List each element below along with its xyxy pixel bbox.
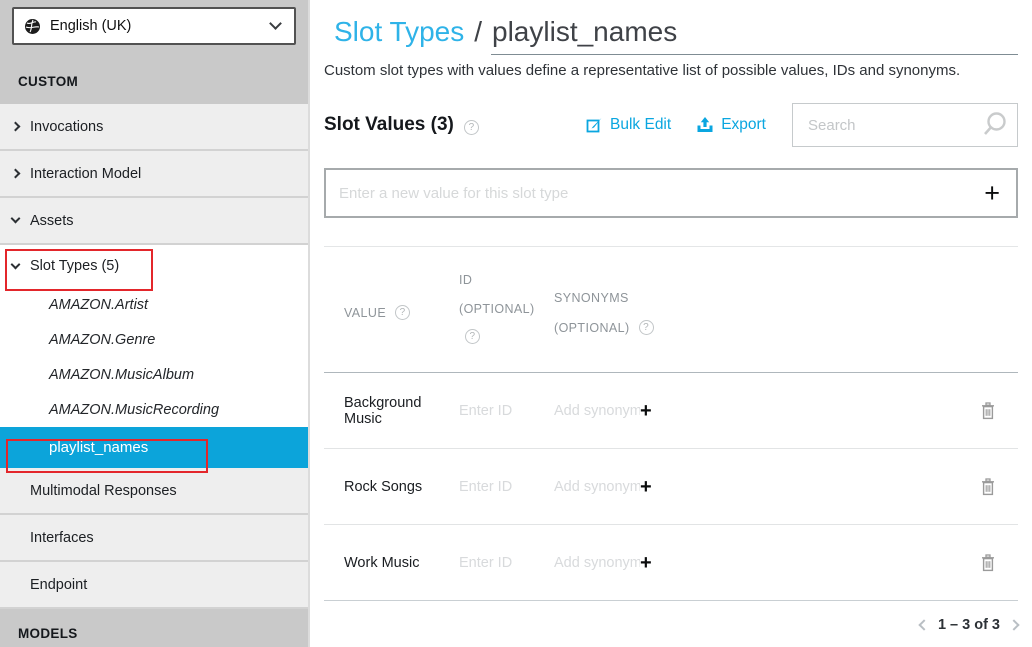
help-icon[interactable]: ?	[639, 320, 654, 335]
delete-row-button[interactable]	[980, 554, 996, 572]
chevron-down-icon	[11, 259, 21, 269]
export-label: Export	[721, 116, 766, 134]
slot-value-text: Rock Songs	[344, 479, 459, 495]
sidebar-item-label: Slot Types (5)	[30, 258, 119, 274]
chevron-down-icon	[269, 17, 282, 30]
sidebar-item-label: Interaction Model	[30, 166, 141, 182]
breadcrumb: Slot Types / playlist_names	[324, 16, 1018, 48]
column-header-value: VALUE	[344, 306, 386, 320]
id-input[interactable]	[459, 403, 539, 419]
help-icon[interactable]: ?	[464, 120, 479, 135]
page-title: playlist_names	[492, 16, 677, 48]
search-icon[interactable]	[980, 110, 1010, 140]
trash-icon	[980, 478, 996, 496]
export-button[interactable]: Export	[696, 116, 766, 134]
bulk-edit-label: Bulk Edit	[610, 116, 671, 134]
sidebar-item-label: AMAZON.MusicRecording	[49, 402, 219, 418]
help-icon[interactable]: ?	[395, 305, 410, 320]
new-slot-value-input[interactable]	[326, 185, 974, 202]
delete-row-button[interactable]	[980, 478, 996, 496]
chevron-right-icon	[11, 169, 21, 179]
sidebar: English (UK) CUSTOM Invocations Interact…	[0, 0, 310, 647]
language-selector[interactable]: English (UK)	[12, 7, 296, 45]
sidebar-item-interfaces[interactable]: Interfaces	[0, 515, 308, 562]
trash-icon	[980, 554, 996, 572]
column-header-synonyms-optional: (OPTIONAL)	[554, 321, 630, 335]
id-input[interactable]	[459, 555, 539, 571]
sidebar-item-multimodal-responses[interactable]: Multimodal Responses	[0, 468, 308, 515]
bulk-edit-icon	[586, 117, 603, 134]
breadcrumb-slot-types-link[interactable]: Slot Types	[334, 16, 464, 48]
sidebar-item-playlist-names[interactable]: playlist_names	[0, 427, 308, 468]
column-header-id-optional: (OPTIONAL)	[459, 302, 554, 316]
pagination-label: 1 – 3 of 3	[938, 617, 1000, 633]
sidebar-item-amazon-artist[interactable]: AMAZON.Artist	[0, 287, 308, 322]
page-description: Custom slot types with values define a r…	[324, 62, 1018, 79]
synonym-input[interactable]	[554, 479, 640, 495]
sidebar-item-label: Interfaces	[30, 530, 94, 546]
slot-values-toolbar: Slot Values (3) ? Bulk Edit Export	[324, 102, 1018, 148]
sidebar-item-interaction-model[interactable]: Interaction Model	[0, 151, 308, 198]
add-value-button[interactable]: +	[974, 180, 1016, 207]
table-row: Background Music +	[324, 373, 1018, 449]
sidebar-item-endpoint[interactable]: Endpoint	[0, 562, 308, 609]
sidebar-nav: Invocations Interaction Model Assets Slo…	[0, 104, 308, 609]
sidebar-item-invocations[interactable]: Invocations	[0, 104, 308, 151]
export-icon	[696, 117, 714, 134]
help-icon[interactable]: ?	[465, 329, 480, 344]
sidebar-item-label: playlist_names	[49, 439, 148, 456]
table-header-row: VALUE ? ID (OPTIONAL) ? SYNONYMS (OPTION…	[324, 247, 1018, 373]
add-synonym-button[interactable]: +	[640, 401, 652, 421]
sidebar-item-label: AMAZON.Genre	[49, 332, 155, 348]
add-synonym-button[interactable]: +	[640, 553, 652, 573]
sidebar-item-label: Endpoint	[30, 577, 87, 593]
synonym-input[interactable]	[554, 403, 640, 419]
pagination-next-icon[interactable]	[1008, 619, 1019, 630]
search-input[interactable]	[793, 117, 980, 134]
table-row: Rock Songs +	[324, 449, 1018, 525]
column-header-synonyms: SYNONYMS	[554, 291, 1018, 305]
sidebar-item-assets[interactable]: Assets	[0, 198, 308, 245]
chevron-down-icon	[11, 214, 21, 224]
sidebar-item-label: Multimodal Responses	[30, 483, 177, 499]
sidebar-section-models: MODELS	[18, 626, 308, 641]
title-underline	[491, 54, 1018, 55]
bulk-edit-button[interactable]: Bulk Edit	[586, 116, 671, 134]
table-row: Work Music +	[324, 525, 1018, 601]
globe-icon	[24, 18, 41, 35]
breadcrumb-separator: /	[474, 16, 482, 48]
language-selector-label: English (UK)	[50, 18, 131, 34]
slot-values-table: VALUE ? ID (OPTIONAL) ? SYNONYMS (OPTION…	[324, 246, 1018, 601]
chevron-right-icon	[11, 122, 21, 132]
id-input[interactable]	[459, 479, 539, 495]
slot-value-text: Work Music	[344, 555, 459, 571]
pagination-prev-icon[interactable]	[918, 619, 929, 630]
sidebar-section-custom: CUSTOM	[18, 74, 308, 89]
add-synonym-button[interactable]: +	[640, 477, 652, 497]
delete-row-button[interactable]	[980, 402, 996, 420]
column-header-id: ID	[459, 273, 554, 287]
sidebar-item-label: AMAZON.MusicAlbum	[49, 367, 194, 383]
new-slot-value-field: +	[324, 168, 1018, 218]
sidebar-item-amazon-musicrecording[interactable]: AMAZON.MusicRecording	[0, 392, 308, 427]
sidebar-item-label: Invocations	[30, 119, 103, 135]
slot-values-heading: Slot Values (3)	[324, 114, 454, 136]
sidebar-item-amazon-musicalbum[interactable]: AMAZON.MusicAlbum	[0, 357, 308, 392]
trash-icon	[980, 402, 996, 420]
search-box	[792, 103, 1018, 147]
sidebar-item-slot-types[interactable]: Slot Types (5)	[0, 245, 308, 287]
synonym-input[interactable]	[554, 555, 640, 571]
pagination: 1 – 3 of 3	[324, 617, 1018, 633]
main-content: Slot Types / playlist_names Custom slot …	[312, 0, 1032, 647]
sidebar-item-label: Assets	[30, 213, 74, 229]
sidebar-item-amazon-genre[interactable]: AMAZON.Genre	[0, 322, 308, 357]
sidebar-item-label: AMAZON.Artist	[49, 297, 148, 313]
slot-value-text: Background Music	[344, 395, 459, 427]
